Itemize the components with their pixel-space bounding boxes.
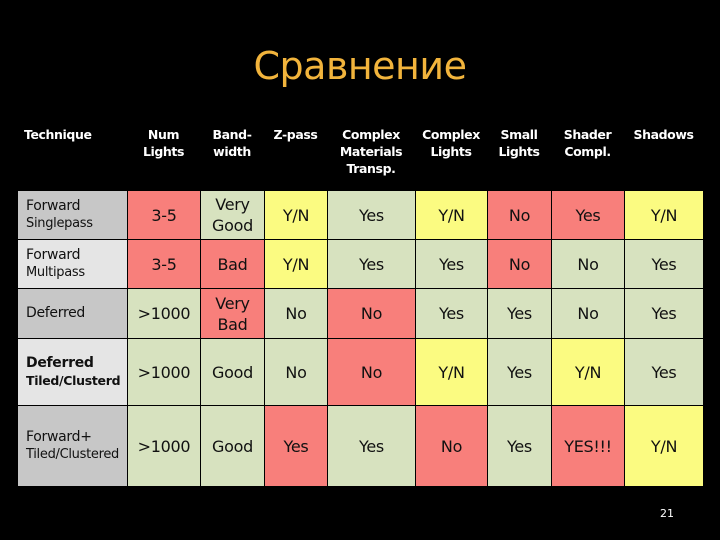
cell-complex-materials: No — [327, 288, 416, 339]
cell-complex-materials: Yes — [327, 190, 416, 240]
cell-z-pass: No — [264, 288, 328, 339]
technique-name: Forward — [26, 198, 81, 214]
cell-complex-materials: Yes — [327, 239, 416, 289]
cell-shader-complexity: Y/N — [551, 338, 625, 406]
cell-num-lights: >1000 — [127, 288, 201, 339]
slide-title: Сравнение — [253, 44, 467, 88]
header-complex-materials: Complex Materials Transp. — [339, 127, 403, 176]
cell-complex-lights: Y/N — [415, 190, 488, 240]
table-row: Forward+ Tiled/Clustered >1000 Good Yes Yes No… — [17, 405, 704, 487]
technique-cell: Deferred Tiled/Clusterd — [17, 338, 128, 406]
cell-shader-complexity: No — [551, 239, 625, 289]
cell-shadows: Yes — [624, 288, 704, 339]
cell-bandwidth: Good — [200, 338, 265, 406]
technique-variant: Tiled/Clustered — [26, 447, 120, 462]
cell-z-pass: Y/N — [264, 190, 328, 240]
page-number: 21 — [660, 507, 674, 520]
cell-small-lights: Yes — [487, 338, 552, 406]
cell-complex-lights: No — [415, 405, 488, 487]
header-complex-lights: Complex Lights — [422, 127, 480, 159]
header-shadows: Shadows — [633, 127, 694, 142]
technique-variant: Tiled/Clusterd — [26, 373, 121, 388]
header-technique: Technique — [24, 127, 92, 142]
technique-cell: Forward Singlepass — [17, 190, 128, 240]
cell-shader-complexity: YES!!! — [551, 405, 625, 487]
comparison-table: Forward Singlepass 3-5 Very Good Y/N Yes Y/N No… — [17, 190, 704, 487]
cell-small-lights: No — [487, 190, 552, 240]
cell-shadows: Y/N — [624, 190, 704, 240]
cell-shader-complexity: Yes — [551, 190, 625, 240]
technique-name: Deferred — [26, 355, 94, 371]
table-row: Forward Multipass 3-5 Bad Y/N Yes Yes No No Yes — [17, 239, 704, 289]
technique-variant: Multipass — [26, 265, 85, 280]
cell-num-lights: 3-5 — [127, 239, 201, 289]
cell-complex-lights: Y/N — [415, 338, 488, 406]
cell-bandwidth: Very Bad — [200, 288, 265, 339]
cell-z-pass: Y/N — [264, 239, 328, 289]
cell-shadows: Yes — [624, 338, 704, 406]
cell-shadows: Y/N — [624, 405, 704, 487]
header-z-pass: Z-pass — [273, 127, 318, 142]
technique-cell: Forward+ Tiled/Clustered — [17, 405, 128, 487]
cell-complex-lights: Yes — [415, 288, 488, 339]
header-bandwidth: Band- width — [212, 127, 252, 159]
cell-z-pass: Yes — [264, 405, 328, 487]
technique-name: Forward+ — [26, 429, 92, 445]
header-num-lights: Num Lights — [142, 127, 185, 159]
cell-z-pass: No — [264, 338, 328, 406]
table-row: Deferred Tiled/Clusterd >1000 Good No No Y/N Ye… — [17, 338, 704, 406]
technique-cell: Forward Multipass — [17, 239, 128, 289]
table-row: Forward Singlepass 3-5 Very Good Y/N Yes Y/N No… — [17, 190, 704, 240]
header-small-lights: Small Lights — [498, 127, 540, 159]
cell-num-lights: >1000 — [127, 405, 201, 487]
cell-small-lights: No — [487, 239, 552, 289]
table-row: Deferred >1000 Very Bad No No Yes Yes No Yes — [17, 288, 704, 339]
header-shader-complexity: Shader Compl. — [563, 127, 612, 159]
cell-small-lights: Yes — [487, 405, 552, 487]
cell-num-lights: >1000 — [127, 338, 201, 406]
cell-shadows: Yes — [624, 239, 704, 289]
technique-name: Deferred — [26, 305, 85, 321]
cell-small-lights: Yes — [487, 288, 552, 339]
cell-complex-materials: No — [327, 338, 416, 406]
cell-complex-lights: Yes — [415, 239, 488, 289]
technique-name: Forward — [26, 247, 81, 263]
cell-num-lights: 3-5 — [127, 190, 201, 240]
technique-cell: Deferred — [17, 288, 128, 339]
technique-variant: Singlepass — [26, 216, 93, 231]
cell-bandwidth: Bad — [200, 239, 265, 289]
cell-complex-materials: Yes — [327, 405, 416, 487]
cell-bandwidth: Good — [200, 405, 265, 487]
cell-shader-complexity: No — [551, 288, 625, 339]
cell-bandwidth: Very Good — [200, 190, 265, 240]
